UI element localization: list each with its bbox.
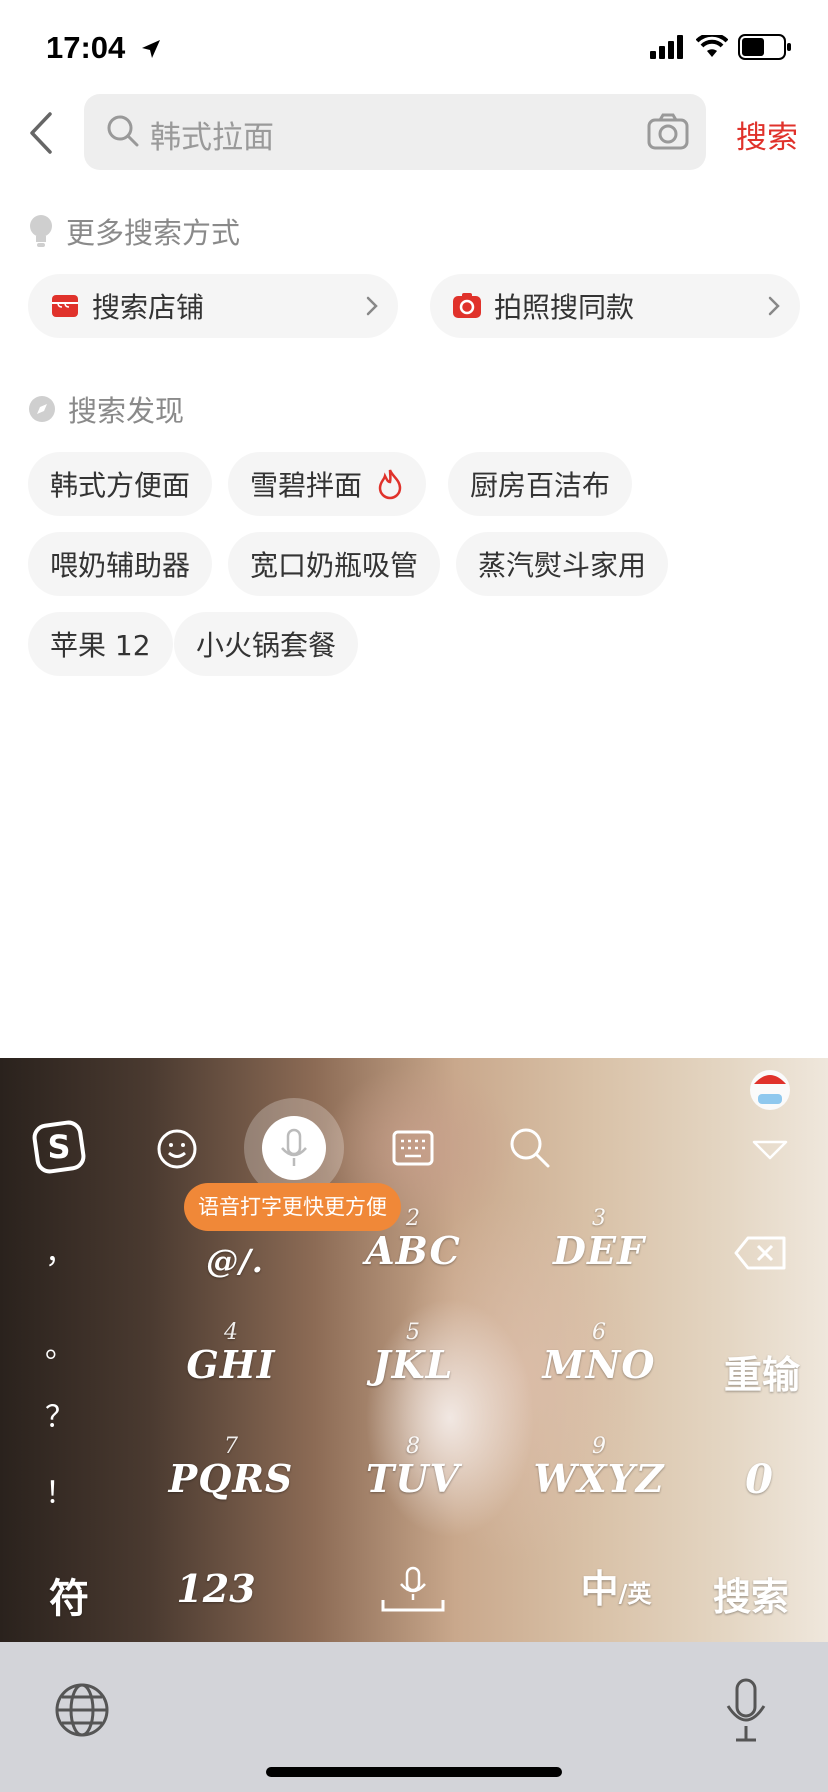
location-arrow-icon: [142, 40, 160, 58]
language-switch-main: 中: [580, 1566, 619, 1611]
key-7-letters: PQRS: [168, 1456, 294, 1501]
camera-icon: [453, 293, 481, 318]
key-2-num: 2: [406, 1206, 420, 1231]
status-bar: 17:04: [0, 0, 828, 96]
key-6-num: 6: [592, 1320, 606, 1345]
home-indicator[interactable]: [266, 1767, 562, 1777]
sogou-logo-icon[interactable]: S: [32, 1120, 86, 1174]
photo-search-label: 拍照搜同款: [494, 291, 635, 324]
key-7-num: 7: [224, 1434, 238, 1459]
mascot-avatar-icon[interactable]: [748, 1068, 792, 1112]
key-3-num: 3: [592, 1206, 606, 1231]
discover-tag[interactable]: 苹果 12: [28, 612, 173, 676]
key-2-letters: ABC: [365, 1228, 461, 1273]
chevron-right-icon: [366, 296, 378, 316]
key-3-letters: DEF: [553, 1228, 645, 1273]
key-4[interactable]: 4 GHI: [156, 1322, 306, 1386]
search-icon: [107, 115, 139, 147]
key-6-letters: MNO: [542, 1342, 656, 1387]
discover-title-text: 搜索发现: [68, 394, 185, 428]
photo-search-button[interactable]: 拍照搜同款: [430, 274, 800, 338]
search-button[interactable]: 搜索: [736, 112, 798, 157]
discover-tag[interactable]: 喂奶辅助器: [28, 532, 213, 596]
punct-key[interactable]: ！: [40, 1468, 80, 1512]
key-7[interactable]: 7 PQRS: [156, 1436, 306, 1500]
language-switch-key[interactable]: 中/英: [566, 1558, 666, 1613]
chevron-right-icon: [768, 296, 780, 316]
punct-key[interactable]: ？: [40, 1392, 80, 1436]
key-0[interactable]: 0: [734, 1456, 784, 1503]
discover-tag[interactable]: 韩式方便面: [28, 452, 213, 516]
discover-tag[interactable]: 宽口奶瓶吸管: [228, 532, 441, 596]
key-4-num: 4: [224, 1320, 238, 1345]
keyboard-icon[interactable]: [392, 1128, 434, 1168]
svg-text:S: S: [47, 1128, 70, 1166]
discover-tag[interactable]: 小火锅套餐: [174, 612, 359, 676]
compass-icon: [29, 396, 55, 422]
key-3[interactable]: 3 DEF: [524, 1208, 674, 1272]
key-9[interactable]: 9 WXYZ: [524, 1436, 674, 1500]
number-switch-key[interactable]: 123: [176, 1566, 256, 1611]
store-icon: [52, 295, 78, 317]
key-5[interactable]: 5 JKL: [338, 1322, 488, 1386]
key-8-num: 8: [406, 1434, 420, 1459]
more-search-title: 更多搜索方式: [28, 210, 240, 252]
discover-tag[interactable]: 蒸汽熨斗家用: [456, 532, 669, 596]
search-placeholder: 韩式拉面: [150, 120, 274, 156]
microphone-icon: [281, 1128, 307, 1166]
signal-icon: [650, 35, 683, 59]
language-switch-sub: /英: [618, 1579, 652, 1608]
key-9-letters: WXYZ: [533, 1456, 665, 1501]
dictation-icon[interactable]: [722, 1678, 770, 1744]
discover-tag-hot[interactable]: 雪碧拌面: [228, 452, 427, 516]
key-8-letters: TUV: [366, 1456, 460, 1501]
battery-icon: [738, 34, 791, 60]
keyboard: S 语音打字更快更方便 ， 。 ？ ！ 1 @/.: [0, 1058, 828, 1642]
key-1-letters: @/.: [206, 1242, 264, 1280]
space-voice-key[interactable]: [380, 1564, 446, 1614]
wifi-icon: [696, 35, 728, 57]
key-9-num: 9: [592, 1434, 606, 1459]
search-icon[interactable]: [508, 1126, 552, 1170]
backspace-icon[interactable]: [734, 1236, 786, 1270]
camera-icon[interactable]: [646, 112, 690, 152]
search-input[interactable]: 韩式拉面: [84, 94, 706, 170]
symbol-key[interactable]: 符: [44, 1566, 94, 1624]
discover-title: 搜索发现: [28, 388, 184, 430]
key-1[interactable]: 1 @/.: [160, 1218, 310, 1282]
search-store-label: 搜索店铺: [92, 291, 205, 324]
search-store-button[interactable]: 搜索店铺: [28, 274, 398, 338]
emoji-icon[interactable]: [156, 1128, 198, 1170]
collapse-keyboard-icon[interactable]: [750, 1138, 790, 1162]
status-icons: [650, 34, 792, 60]
key-6[interactable]: 6 MNO: [524, 1322, 674, 1386]
key-2[interactable]: 2 ABC: [338, 1208, 488, 1272]
voice-input-button[interactable]: [262, 1116, 326, 1180]
key-5-letters: JKL: [372, 1342, 454, 1387]
globe-icon[interactable]: [54, 1682, 110, 1738]
discover-tag-label: 雪碧拌面: [250, 469, 363, 502]
status-time: 17:04: [46, 30, 126, 65]
fire-icon: [378, 469, 402, 500]
key-5-num: 5: [406, 1320, 420, 1345]
punct-key[interactable]: ，: [40, 1228, 80, 1272]
punct-key[interactable]: 。: [40, 1322, 80, 1366]
key-8[interactable]: 8 TUV: [338, 1436, 488, 1500]
lightbulb-icon: [30, 215, 52, 247]
reenter-key[interactable]: 重输: [712, 1344, 812, 1399]
discover-tag[interactable]: 厨房百洁布: [448, 452, 633, 516]
back-arrow-icon[interactable]: [24, 108, 64, 158]
key-4-letters: GHI: [186, 1342, 276, 1387]
more-search-title-text: 更多搜索方式: [66, 216, 241, 250]
keyboard-search-key[interactable]: 搜索: [696, 1566, 806, 1621]
